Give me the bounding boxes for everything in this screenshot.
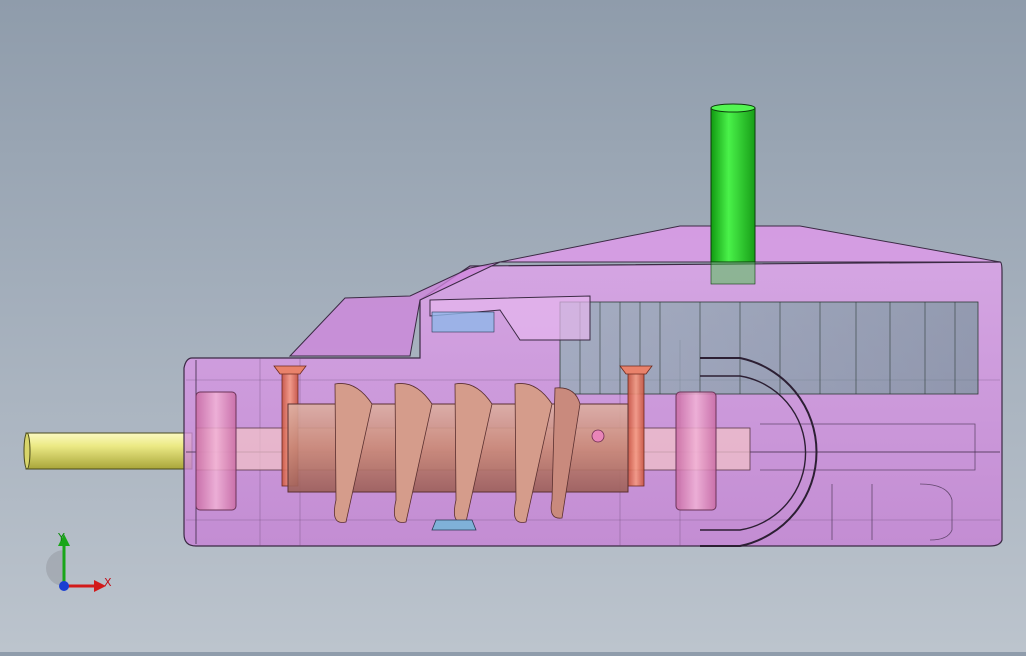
bearing-right[interactable] bbox=[675, 391, 717, 511]
y-axis-label: Y bbox=[58, 531, 65, 544]
cad-viewport[interactable]: X Y bbox=[0, 0, 1026, 652]
model-canvas[interactable] bbox=[0, 0, 1026, 652]
x-axis-label: X bbox=[104, 576, 112, 589]
triad-shadow bbox=[46, 550, 64, 586]
worm-wheel[interactable] bbox=[559, 301, 979, 395]
output-shaft[interactable] bbox=[710, 103, 756, 285]
bearing-left[interactable] bbox=[195, 391, 237, 511]
input-shaft[interactable] bbox=[23, 432, 193, 470]
z-axis-dot bbox=[59, 581, 69, 591]
drain-plug[interactable] bbox=[431, 519, 477, 531]
axis-triad: X Y bbox=[40, 528, 120, 598]
